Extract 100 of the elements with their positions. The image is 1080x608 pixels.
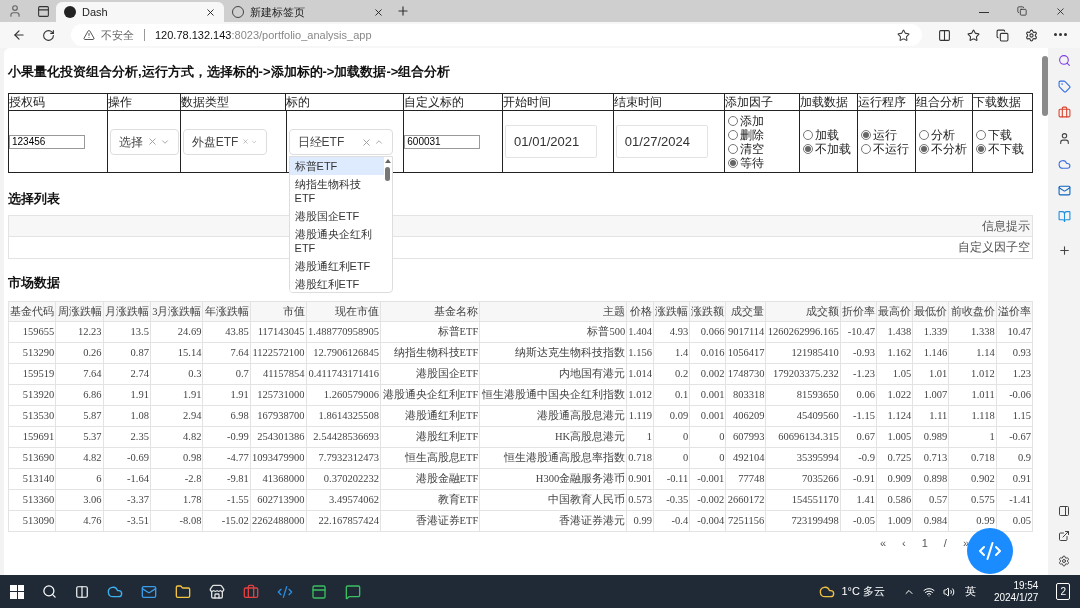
table-cell: 1.11: [912, 405, 949, 427]
radio-button[interactable]: [727, 143, 738, 154]
table-cell: 0.99: [626, 510, 654, 532]
favorites-icon[interactable]: [967, 28, 980, 42]
profile-icon[interactable]: [8, 4, 22, 18]
date-field[interactable]: 01/01/2021: [505, 125, 598, 158]
radio-button[interactable]: [727, 115, 738, 126]
restore-icon[interactable]: [1017, 6, 1027, 16]
pagination-control[interactable]: 1: [917, 535, 932, 552]
sidebar-icon[interactable]: [1058, 505, 1070, 517]
table-cell: 10.47: [996, 321, 1033, 343]
clock-date[interactable]: 2024/1/27: [993, 591, 1039, 604]
table-cell: 7035266: [765, 468, 841, 490]
radio-label: 运行: [873, 127, 898, 142]
pagination-control[interactable]: /: [939, 535, 951, 552]
tag-icon[interactable]: [1057, 80, 1071, 93]
new-tab-icon[interactable]: [396, 4, 410, 18]
radio-button[interactable]: [976, 143, 987, 154]
pagination-control[interactable]: ‹: [898, 535, 910, 552]
settings-icon[interactable]: [1058, 555, 1070, 567]
table-cell: 0.9: [996, 447, 1033, 469]
back-icon[interactable]: [12, 28, 26, 42]
table-cell: 0.26: [55, 342, 104, 364]
radio-button[interactable]: [861, 129, 872, 140]
column-header: 前收盘价: [948, 301, 997, 322]
column-header: 溢价率: [996, 301, 1033, 322]
close-icon[interactable]: [205, 6, 216, 18]
notification-badge[interactable]: 2: [1056, 583, 1070, 600]
auth-code-field[interactable]: 123456: [9, 134, 85, 149]
mail-icon[interactable]: [1057, 184, 1071, 197]
close-icon[interactable]: [1055, 6, 1066, 17]
scrollbar[interactable]: [1042, 56, 1048, 116]
radio-button[interactable]: [727, 157, 738, 168]
radio-button[interactable]: [861, 143, 872, 154]
date-field[interactable]: 01/27/2024: [615, 125, 708, 158]
custom-target-field[interactable]: 600031: [404, 134, 481, 149]
external-link-icon[interactable]: [1058, 530, 1070, 542]
folder-icon[interactable]: [175, 583, 191, 600]
clock-time[interactable]: 19:54: [1013, 579, 1039, 592]
select-field[interactable]: 外盘ETF: [182, 128, 267, 155]
radio-button[interactable]: [803, 129, 814, 140]
collections-icon[interactable]: [996, 28, 1009, 42]
store-icon[interactable]: [209, 583, 225, 600]
code-toggle-button[interactable]: [967, 528, 1013, 574]
briefcase-icon[interactable]: [1057, 106, 1071, 119]
radio-button[interactable]: [727, 129, 738, 140]
table-cell: 607993: [725, 426, 766, 448]
task-view-icon[interactable]: [75, 584, 89, 599]
column-header: 基金代码: [8, 301, 56, 322]
table-cell: 香港证券港元: [479, 510, 627, 532]
table-cell: 0.718: [626, 447, 654, 469]
tab-actions-icon[interactable]: [36, 4, 50, 18]
radio-button[interactable]: [919, 129, 930, 140]
input-method[interactable]: 英: [964, 583, 976, 600]
table-cell: 1.012: [948, 363, 997, 385]
radio-button[interactable]: [919, 143, 930, 154]
dropdown-option[interactable]: 标普ETF: [289, 157, 384, 175]
table-cell: 2262488000: [250, 510, 307, 532]
radio-label: 不下载: [988, 141, 1025, 156]
table-cell: 1.124: [876, 405, 913, 427]
address-bar[interactable]: 不安全 120.78.132.143:8023/portfolio_analysis_app: [71, 24, 922, 46]
chat-icon[interactable]: [345, 583, 361, 600]
table-cell: -2.8: [150, 468, 203, 490]
split-screen-icon[interactable]: [938, 28, 951, 42]
close-icon[interactable]: [373, 6, 384, 18]
volume-icon[interactable]: [942, 585, 955, 598]
wifi-icon[interactable]: [922, 585, 935, 598]
code-editor-icon[interactable]: [277, 583, 293, 600]
column-header: 组合分析: [916, 94, 974, 110]
table-cell: 1122572100: [250, 342, 307, 364]
reload-icon[interactable]: [42, 28, 55, 42]
column-header: 涨跌额: [689, 301, 726, 322]
table-cell: 恒生港股通高股息率指数: [479, 447, 627, 469]
scroll-up-icon[interactable]: [384, 159, 391, 163]
start-icon[interactable]: [10, 584, 24, 599]
table-cell: 492104: [725, 447, 766, 469]
table-cell: -0.9: [840, 447, 877, 469]
radio-button[interactable]: [803, 143, 814, 154]
weather-text[interactable]: 1°C 多云: [841, 583, 885, 600]
favorite-icon[interactable]: [897, 28, 910, 42]
select-field[interactable]: 选择: [109, 128, 179, 155]
more-icon[interactable]: [1054, 33, 1068, 37]
app-icon[interactable]: [243, 583, 259, 600]
mail-icon[interactable]: [141, 583, 157, 600]
search-icon[interactable]: [42, 584, 57, 599]
browser-tab[interactable]: Dash: [56, 2, 224, 22]
table-cell: 0: [689, 447, 726, 469]
scrollbar-thumb[interactable]: [385, 167, 391, 181]
table-cell: 121985410: [765, 342, 841, 364]
clear-icon[interactable]: [146, 136, 158, 147]
clear-icon[interactable]: [360, 136, 372, 148]
browser-tab[interactable]: 新建标签页: [224, 2, 392, 22]
select-field[interactable]: 日经ETF: [288, 129, 393, 155]
person-icon[interactable]: [1057, 132, 1071, 145]
table-cell: 0.57: [912, 489, 949, 511]
radio-button[interactable]: [976, 129, 987, 140]
cloud-icon[interactable]: [1057, 158, 1071, 171]
add-icon[interactable]: [1057, 244, 1071, 257]
radio-label: 不分析: [931, 141, 968, 156]
pagination-control[interactable]: «: [875, 535, 890, 552]
